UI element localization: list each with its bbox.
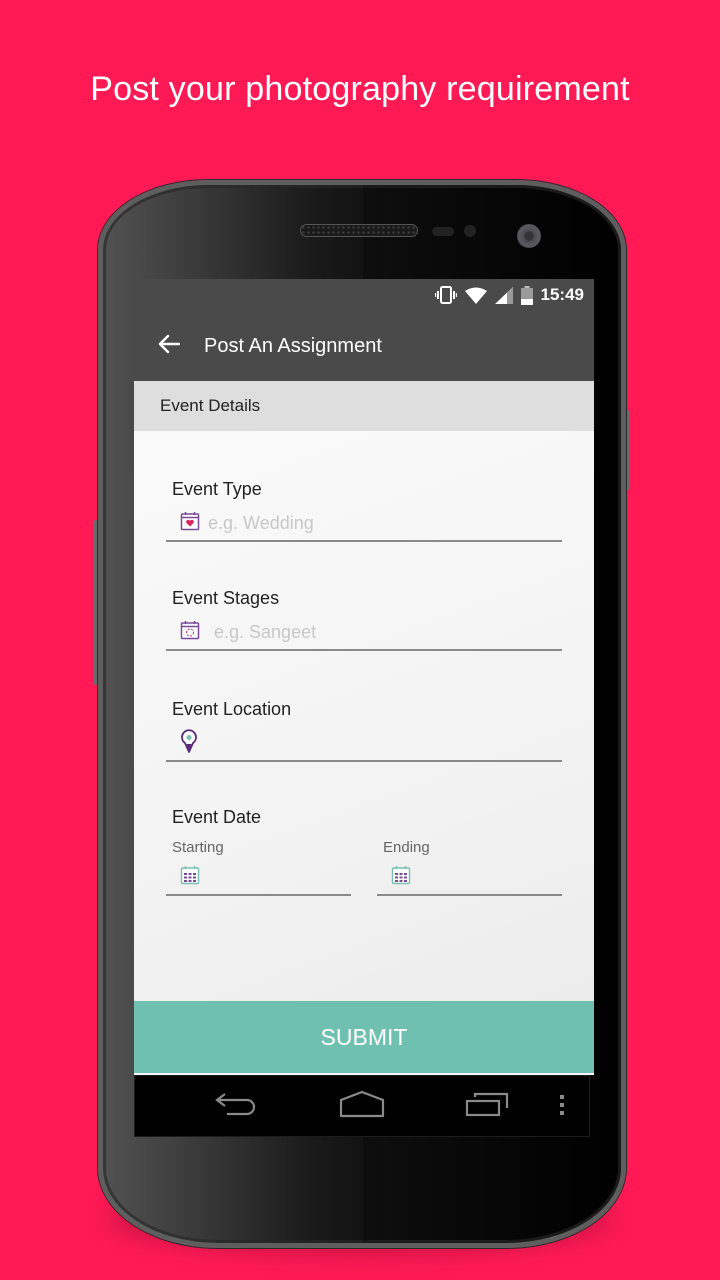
android-nav-bar: [134, 1075, 590, 1137]
light-sensor: [464, 225, 476, 237]
event-type-placeholder: e.g. Wedding: [208, 512, 314, 533]
event-location-label: Event Location: [172, 699, 292, 719]
home-nav-icon[interactable]: [339, 1090, 385, 1123]
front-camera: [517, 224, 541, 248]
battery-icon: [520, 285, 533, 305]
event-location-field: Event Location: [166, 699, 562, 762]
calendar-stages-icon: [180, 620, 200, 645]
back-button[interactable]: [134, 334, 204, 359]
back-nav-icon[interactable]: [213, 1090, 257, 1123]
recents-nav-icon[interactable]: [465, 1090, 511, 1123]
calendar-grid-icon: [391, 865, 411, 890]
event-type-field: Event Type e.g. Wedding: [166, 479, 562, 542]
event-stages-label: Event Stages: [172, 588, 280, 608]
app-screen: 15:49 Post An Assignment Event Details E…: [134, 279, 594, 1075]
page-title: Post An Assignment: [204, 334, 382, 357]
end-date-label: Ending: [383, 839, 430, 856]
event-date-label: Event Date: [172, 807, 262, 827]
start-date-group: Starting: [166, 839, 351, 896]
event-stages-field: Event Stages e.g. Sangeet: [166, 588, 562, 651]
section-header: Event Details: [134, 381, 594, 431]
calendar-grid-icon: [180, 865, 200, 890]
wifi-icon: [464, 287, 487, 304]
event-date-field: Event Date Starting Ending: [166, 807, 562, 917]
start-date-input[interactable]: [166, 860, 351, 896]
event-stages-input[interactable]: e.g. Sangeet: [166, 615, 562, 651]
headline: Post your photography requirement: [90, 70, 630, 108]
event-type-label: Event Type: [172, 479, 262, 499]
overflow-menu-icon[interactable]: [559, 1094, 565, 1121]
event-type-input[interactable]: e.g. Wedding: [166, 506, 562, 542]
calendar-heart-icon: [180, 511, 200, 536]
status-bar: 15:49: [134, 279, 594, 311]
end-date-input[interactable]: [377, 860, 562, 896]
proximity-sensor: [432, 227, 454, 236]
vibrate-icon: [434, 286, 457, 304]
app-bar: Post An Assignment: [134, 311, 594, 381]
earpiece-speaker: [300, 224, 418, 237]
map-pin-icon: [180, 728, 198, 758]
status-time: 15:49: [540, 285, 584, 304]
event-form: Event Type e.g. Wedding Event Stages e.g…: [134, 431, 594, 1002]
submit-button[interactable]: SUBMIT: [134, 1001, 594, 1073]
cell-signal-icon: [494, 286, 513, 304]
end-date-group: Ending: [377, 839, 562, 896]
start-date-label: Starting: [172, 839, 224, 856]
event-location-input[interactable]: [166, 726, 562, 762]
event-stages-placeholder: e.g. Sangeet: [214, 621, 317, 642]
arrow-left-icon: [158, 334, 181, 359]
